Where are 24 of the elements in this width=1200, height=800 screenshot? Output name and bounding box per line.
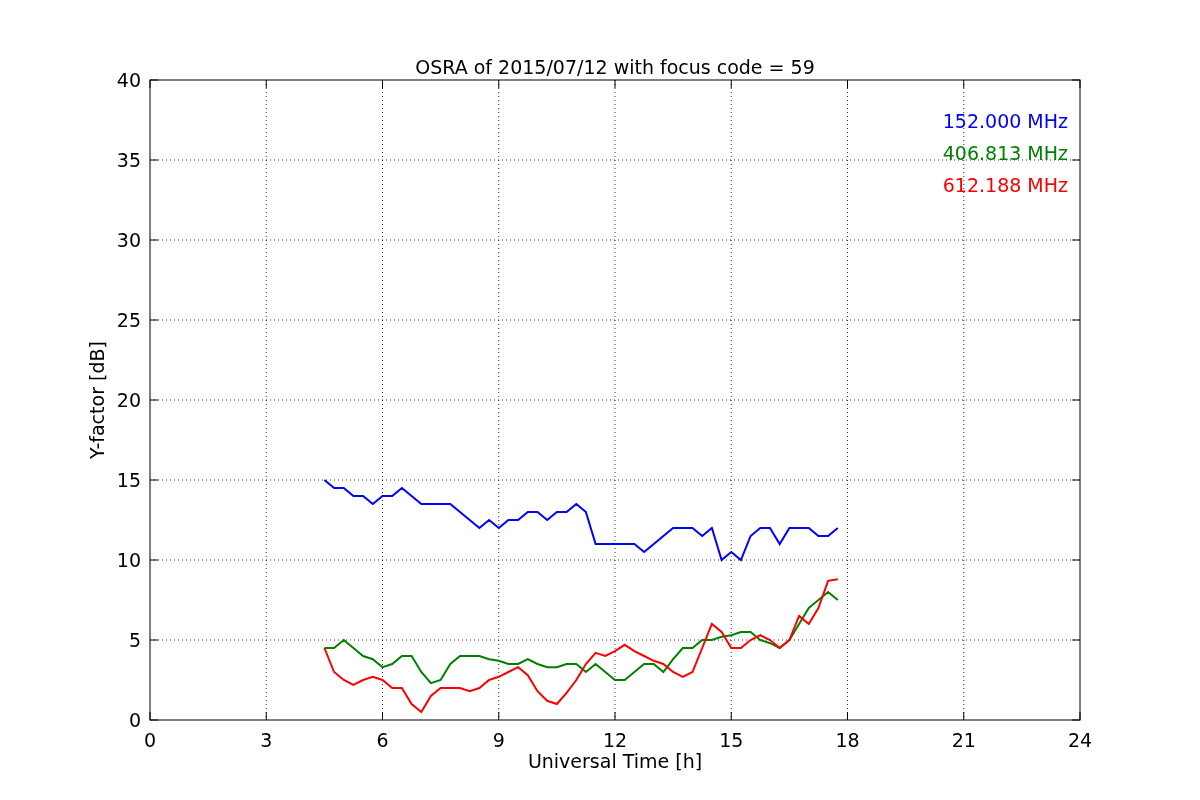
legend-label: 612.188 MHz bbox=[942, 174, 1068, 196]
tick-label: 24 bbox=[1067, 729, 1093, 751]
tick-label: 6 bbox=[376, 729, 389, 751]
tick-label: 25 bbox=[116, 309, 141, 331]
tick-label: 15 bbox=[719, 729, 744, 751]
chart-title: OSRA of 2015/07/12 with focus code = 59 bbox=[415, 56, 815, 78]
tick-label: 0 bbox=[128, 709, 141, 731]
tick-label: 0 bbox=[143, 729, 157, 751]
tick-label: 15 bbox=[116, 469, 141, 491]
tick-label: 20 bbox=[116, 389, 141, 411]
legend-label: 406.813 MHz bbox=[942, 142, 1068, 164]
tick-label: 5 bbox=[128, 629, 141, 651]
tick-label: 35 bbox=[116, 149, 141, 171]
y-axis-label: Y-factor [dB] bbox=[86, 341, 108, 459]
tick-label: 21 bbox=[951, 729, 976, 751]
tick-label: 9 bbox=[492, 729, 505, 751]
tick-label: 40 bbox=[116, 69, 141, 91]
legend-label: 152.000 MHz bbox=[942, 110, 1068, 132]
tick-label: 10 bbox=[116, 549, 141, 571]
tick-label: 30 bbox=[116, 229, 141, 251]
tick-label: 3 bbox=[260, 729, 273, 751]
x-axis-label: Universal Time [h] bbox=[527, 750, 703, 772]
tick-label: 18 bbox=[835, 729, 860, 751]
tick-label: 12 bbox=[602, 729, 628, 751]
